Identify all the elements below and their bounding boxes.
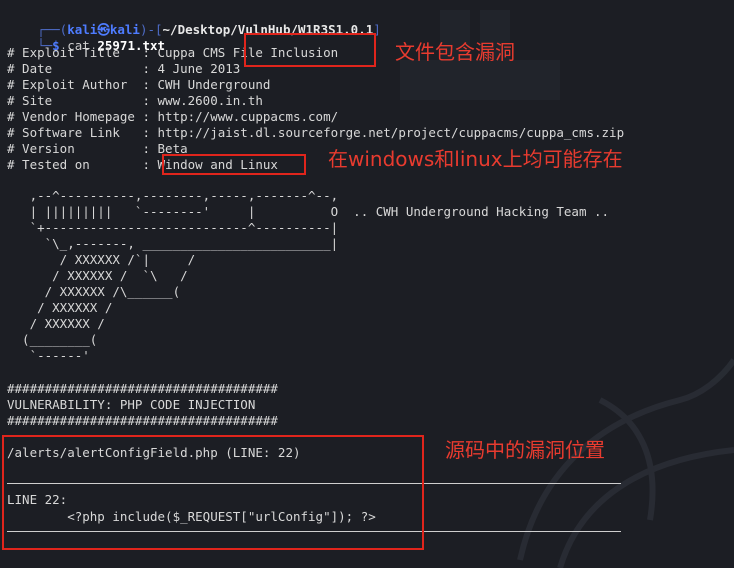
software-link-line: # Software Link : http://jaist.dl.source… <box>7 125 625 140</box>
cwh-ascii-art-gun: ,--^----------,--------,-----,-------^--… <box>22 188 610 363</box>
source-location-highlight-box <box>2 435 424 550</box>
vendor-homepage-line: # Vendor Homepage : http://www.cuppacms.… <box>7 109 339 124</box>
date-line: # Date : 4 June 2013 <box>7 61 241 76</box>
separator-top: #################################### <box>7 381 278 396</box>
source-location-annotation: 源码中的漏洞位置 <box>445 438 605 462</box>
separator-bottom: #################################### <box>7 413 278 428</box>
exploit-author-line: # Exploit Author : CWH Underground <box>7 77 271 92</box>
file-inclusion-annotation: 文件包含漏洞 <box>395 40 515 64</box>
site-line: # Site : www.2600.in.th <box>7 93 263 108</box>
prompt-line-2: └─$ cat 25971.txt <box>7 22 165 53</box>
file-inclusion-highlight-box <box>244 33 376 67</box>
tested-on-annotation: 在windows和linux上均可能存在 <box>328 147 623 171</box>
tested-on-highlight-box <box>162 154 306 175</box>
vulnerability-heading: VULNERABILITY: PHP CODE INJECTION <box>7 397 256 412</box>
version-line: # Version : Beta <box>7 141 188 156</box>
prompt-line-1: ┌──(kali㉿kali)-[~/Desktop/VulnHub/W1R3S1… <box>7 6 381 37</box>
